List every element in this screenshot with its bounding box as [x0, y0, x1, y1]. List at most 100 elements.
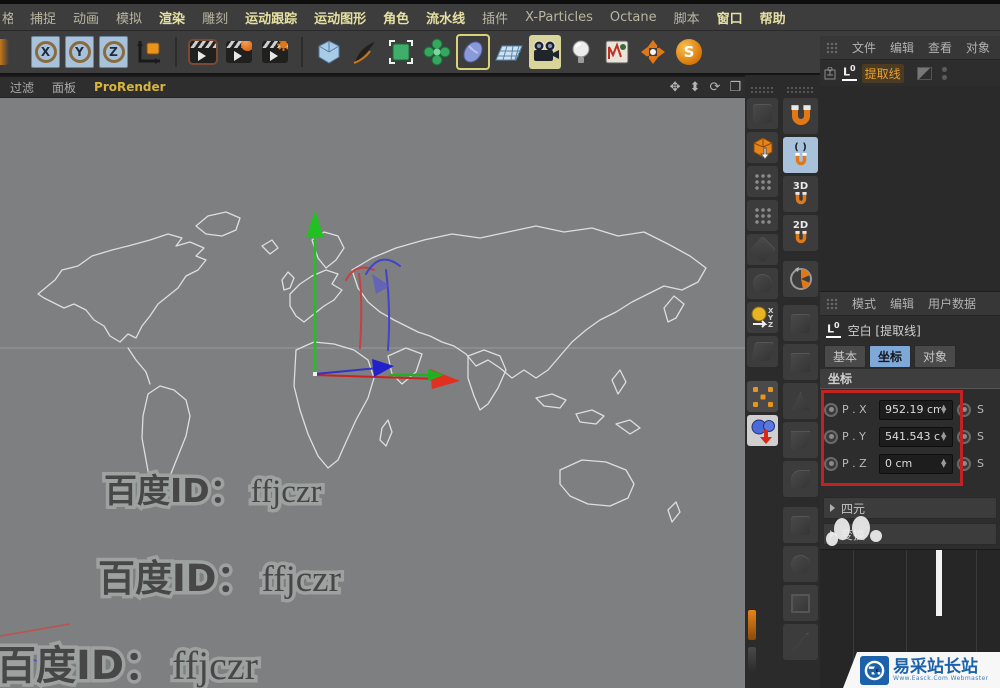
dynamics-spheres-icon[interactable] — [747, 415, 778, 446]
attribute-manager-menu: 模式 编辑 用户数据 — [820, 292, 1000, 316]
menu-item-sculpt[interactable]: 雕刻 — [202, 8, 228, 27]
quaternion-fold-row[interactable]: 四元 — [823, 497, 997, 519]
snap-option-icon[interactable] — [783, 546, 818, 582]
model-mode-icon[interactable] — [747, 268, 778, 299]
snap-option-icon[interactable] — [783, 383, 818, 419]
menu-item-octane[interactable]: Octane — [610, 10, 657, 25]
menu-item-script[interactable]: 脚本 — [674, 8, 700, 27]
am-menu-userdata[interactable]: 用户数据 — [928, 295, 976, 312]
tab-filter[interactable]: 过滤 — [10, 79, 34, 96]
tab-prorender[interactable]: ProRender — [94, 80, 166, 94]
menu-item-animation[interactable]: 动画 — [73, 8, 99, 27]
menu-item-character[interactable]: 角色 — [383, 8, 409, 27]
menu-item-snap[interactable]: 捕捉 — [30, 8, 56, 27]
logo-subtext: Www.Easck.Com Webmaster — [893, 674, 989, 682]
render-picture-viewer-button[interactable] — [223, 35, 255, 69]
panel-grip-icon[interactable] — [826, 41, 838, 54]
playhead-bar[interactable] — [936, 550, 942, 616]
om-menu-edit[interactable]: 编辑 — [890, 39, 914, 56]
object-row[interactable]: L0 提取线 — [820, 60, 1000, 86]
enable-snap-icon[interactable] — [783, 98, 818, 134]
coordinates-section-header[interactable]: 坐标 — [820, 369, 1000, 389]
snap-option-icon[interactable] — [783, 422, 818, 458]
render-view-button[interactable] — [187, 35, 219, 69]
workplane-mode-icon[interactable]: XYZ — [747, 302, 778, 333]
tab-object[interactable]: 对象 — [914, 345, 957, 368]
om-menu-view[interactable]: 查看 — [928, 39, 952, 56]
menu-item-mograph[interactable]: 运动图形 — [314, 8, 366, 27]
clipped-tool-icon[interactable] — [0, 39, 9, 65]
om-menu-file[interactable]: 文件 — [852, 39, 876, 56]
snap-option-icon[interactable] — [783, 461, 818, 497]
menu-item-window[interactable]: 窗口 — [717, 8, 743, 27]
viewport-maximize-icon[interactable]: ❐ — [729, 81, 741, 94]
coordinate-system-icon[interactable] — [133, 35, 165, 69]
snap-3d-icon[interactable]: 3D — [783, 176, 818, 212]
menu-item-plugins[interactable]: 插件 — [482, 8, 508, 27]
floor-plane-button[interactable] — [493, 35, 525, 69]
coordinates-grid: P . X 952.19 cm▲▼ S P . Y 541.543 cm▲▼ S… — [820, 389, 1000, 486]
snap-2d-icon[interactable]: 2D — [783, 215, 818, 251]
menu-item-pipeline[interactable]: 流水线 — [426, 8, 465, 27]
tab-coordinates[interactable]: 坐标 — [869, 345, 912, 368]
3d-viewport[interactable]: 百度ID： ffjczr 百度ID： ffjczr 百度ID： ffjczr 百度ID… — [0, 98, 745, 688]
generators-button[interactable] — [385, 35, 417, 69]
object-name-extract-spline[interactable]: 提取线 — [861, 63, 904, 83]
main-menu-bar: 格 捕捉 动画 模拟 渲染 雕刻 运动跟踪 运动图形 角色 流水线 插件 X-P… — [0, 4, 1000, 31]
visibility-dots-icon[interactable] — [941, 66, 947, 80]
tab-panel[interactable]: 面板 — [52, 79, 76, 96]
expand-triangle-icon — [830, 504, 835, 512]
make-editable-icon[interactable] — [747, 132, 778, 163]
menu-item-partial[interactable]: 格 — [2, 8, 13, 27]
menu-item-help[interactable]: 帮助 — [760, 8, 786, 27]
render-settings-button[interactable] — [259, 35, 291, 69]
object-manager-empty-area[interactable] — [820, 86, 1000, 292]
lock-y-axis-button[interactable]: Y — [65, 36, 94, 68]
lock-x-axis-button[interactable]: X — [31, 36, 60, 68]
viewport-zoom-icon[interactable]: ⬍ — [690, 81, 701, 94]
viewport-rotate-icon[interactable]: ⟳ — [709, 81, 720, 94]
simulate-bean-button[interactable] — [456, 34, 490, 70]
snap-option-icon[interactable] — [783, 305, 818, 341]
snap-option-icon[interactable] — [783, 507, 818, 543]
tab-basic[interactable]: 基本 — [824, 345, 867, 368]
mirror-tool-icon[interactable] — [747, 98, 778, 129]
spline-pen-button[interactable] — [349, 35, 381, 69]
xpresso-cross-icon[interactable] — [637, 35, 669, 69]
extract-spline-type-icon: L0 — [842, 64, 857, 81]
am-menu-mode[interactable]: 模式 — [852, 295, 876, 312]
layer-chip-icon[interactable] — [916, 66, 932, 80]
am-menu-edit[interactable]: 编辑 — [890, 295, 914, 312]
points-mode-icon[interactable] — [747, 166, 778, 197]
strip-grip[interactable] — [750, 86, 775, 93]
snap-option-icon[interactable] — [783, 344, 818, 380]
extract-spline-type-icon: L0 — [826, 321, 841, 338]
viewport-pan-icon[interactable]: ✥ — [670, 81, 681, 94]
rotation-snap-icon[interactable] — [783, 261, 818, 297]
strip-grip[interactable] — [786, 86, 815, 93]
panel-grip-icon[interactable] — [826, 297, 838, 310]
om-menu-object[interactable]: 对象 — [966, 39, 990, 56]
light-button[interactable] — [565, 35, 597, 69]
edges-mode-icon[interactable] — [747, 200, 778, 231]
texture-mode-icon[interactable] — [747, 336, 778, 367]
menu-item-simulate[interactable]: 模拟 — [116, 8, 142, 27]
menu-item-render[interactable]: 渲染 — [159, 8, 185, 27]
substance-badge-icon[interactable]: S — [673, 35, 705, 69]
menu-item-xparticles[interactable]: X-Particles — [525, 10, 593, 25]
menu-item-motion-tracker[interactable]: 运动跟踪 — [245, 8, 297, 27]
add-primitive-cube-button[interactable] — [313, 35, 345, 69]
material-editor-button[interactable] — [601, 35, 633, 69]
watermark-blob — [826, 532, 838, 546]
transform-fold-row[interactable]: 变换 — [823, 516, 997, 546]
quantize-snap-icon[interactable] — [747, 381, 778, 412]
object-expand-icon[interactable] — [824, 66, 837, 80]
camera-button[interactable] — [529, 35, 561, 69]
polygons-mode-icon[interactable] — [747, 234, 778, 265]
guide-line-icon[interactable] — [783, 624, 818, 660]
snap-option-icon[interactable] — [783, 585, 818, 621]
lock-z-axis-button[interactable]: Z — [99, 36, 128, 68]
deformers-button[interactable] — [421, 35, 453, 69]
auto-snap-icon[interactable]: ( ) — [783, 137, 818, 173]
watermark-blob — [870, 530, 882, 542]
